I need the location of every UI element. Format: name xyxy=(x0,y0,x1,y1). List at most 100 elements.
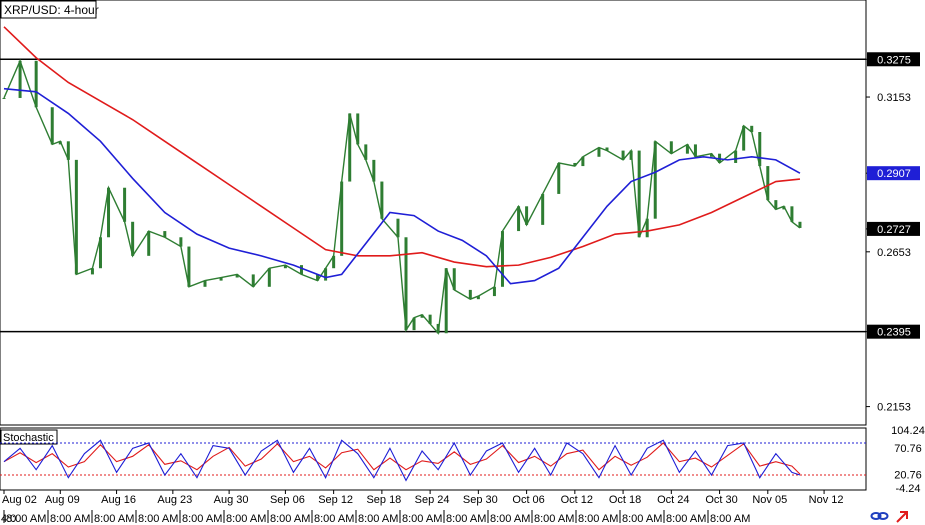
y-tick-label: 0.2727 xyxy=(877,224,911,236)
candle xyxy=(412,317,416,331)
candle xyxy=(34,60,38,108)
y-tick-label: 0.3275 xyxy=(877,54,911,66)
candle xyxy=(147,231,151,256)
candle xyxy=(452,268,456,290)
candle xyxy=(380,181,384,219)
candle xyxy=(637,150,641,238)
candle xyxy=(396,218,400,238)
candle xyxy=(2,97,6,99)
candle xyxy=(420,314,424,318)
chart-title: XRP/USD: 4-hour xyxy=(4,3,99,17)
time-label: 8:00 AM xyxy=(314,513,354,525)
candle xyxy=(742,125,746,151)
time-label: 8:00 AM xyxy=(226,513,266,525)
candle xyxy=(782,206,786,210)
candle xyxy=(621,150,625,160)
candle xyxy=(605,147,609,151)
candle xyxy=(283,265,287,269)
candle xyxy=(798,221,802,228)
x-tick-label: Oct 06 xyxy=(512,494,544,506)
candle xyxy=(500,231,504,287)
time-label: 8:00 AM xyxy=(622,513,662,525)
candle xyxy=(251,274,255,287)
x-tick-label: Sep 18 xyxy=(366,494,401,506)
x-tick-label: Sep 24 xyxy=(415,494,450,506)
candle xyxy=(364,144,368,160)
candle xyxy=(645,218,649,238)
x-tick-label: Oct 18 xyxy=(609,494,641,506)
candle xyxy=(404,237,408,331)
time-label: 8:00 AM xyxy=(270,513,310,525)
x-tick-label: Oct 12 xyxy=(561,494,593,506)
y-tick-label: 0.2153 xyxy=(877,402,911,414)
candle xyxy=(50,107,54,145)
candle xyxy=(58,141,62,145)
candle xyxy=(758,132,762,167)
candle xyxy=(187,246,191,287)
y-tick-label: 0.3153 xyxy=(877,92,911,104)
candle xyxy=(348,113,352,182)
time-label: 8:00 AM xyxy=(6,513,46,525)
candle xyxy=(179,237,183,247)
candle xyxy=(235,274,239,278)
time-label: 8:00 AM xyxy=(358,513,398,525)
candle xyxy=(669,141,673,154)
time-label: 8:00 AM xyxy=(578,513,618,525)
candle xyxy=(573,162,577,167)
time-label: 8:00 AM xyxy=(666,513,706,525)
candle xyxy=(734,150,738,163)
x-tick-label: Aug 09 xyxy=(45,494,80,506)
candle xyxy=(653,141,657,219)
candle xyxy=(107,187,111,238)
price-chart: XRP/USD: 4-hour Stochastic 0.3275 0.3153 0… xyxy=(0,0,925,525)
time-label: 8:00 AM xyxy=(446,513,486,525)
candle xyxy=(98,237,102,269)
candle xyxy=(710,153,714,157)
y-tick-label: 0.2395 xyxy=(877,327,911,339)
x-tick-label: Sep 06 xyxy=(270,494,305,506)
candle xyxy=(324,268,328,281)
x-tick-label: Sep 12 xyxy=(318,494,353,506)
candle xyxy=(581,156,585,167)
candle xyxy=(557,162,561,194)
candle xyxy=(90,268,94,275)
candle xyxy=(629,150,633,160)
candle xyxy=(219,277,223,281)
x-tick-label: Sep 30 xyxy=(463,494,498,506)
arrow-icon[interactable] xyxy=(896,511,908,523)
time-label: 8:00 AM xyxy=(402,513,442,525)
candle xyxy=(356,113,360,145)
candle xyxy=(267,268,271,287)
x-tick-label: Oct 30 xyxy=(705,494,737,506)
candle xyxy=(774,200,778,210)
y-tick-label: 0.2653 xyxy=(877,247,911,259)
x-tick-label: Nov 12 xyxy=(809,494,844,506)
candle xyxy=(299,265,303,275)
candle xyxy=(131,221,135,256)
candle xyxy=(436,323,440,334)
time-label: 8:00 AM xyxy=(182,513,222,525)
candle xyxy=(18,60,22,98)
link-icon[interactable] xyxy=(870,512,889,520)
time-label: 8:00 AM xyxy=(138,513,178,525)
time-label: 8:00 AM xyxy=(534,513,574,525)
x-tick-label: Aug 23 xyxy=(157,494,192,506)
x-tick-label: Oct 24 xyxy=(657,494,689,506)
candle xyxy=(750,125,754,133)
candle xyxy=(203,280,207,287)
candle xyxy=(525,206,529,225)
candle xyxy=(693,144,697,157)
time-label: 8:00 AM xyxy=(50,513,90,525)
stochastic-panel xyxy=(0,427,867,491)
main-panel xyxy=(0,0,867,426)
candle xyxy=(163,231,167,238)
candle xyxy=(332,255,336,269)
candle xyxy=(685,144,689,154)
stochastic-y-label: 104.24 xyxy=(891,425,925,437)
x-tick-label: Nov 05 xyxy=(752,494,787,506)
candle xyxy=(74,159,78,275)
candle xyxy=(597,147,601,157)
candle xyxy=(790,206,794,222)
x-tick-label: Aug 30 xyxy=(214,494,249,506)
stochastic-y-label: 20.76 xyxy=(894,470,922,482)
